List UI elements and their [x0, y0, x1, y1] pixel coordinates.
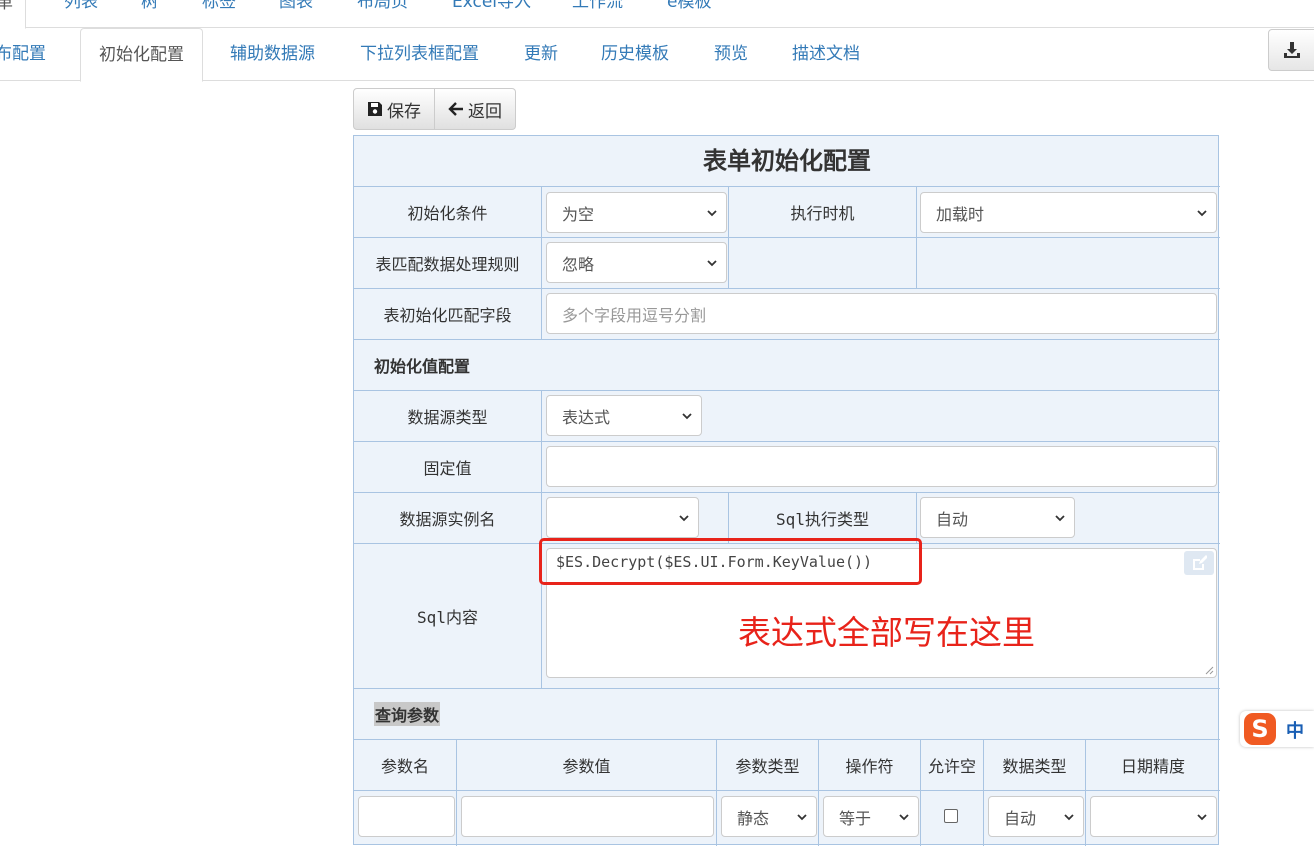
sql-content-label: Sql内容: [354, 544, 542, 689]
match-rule-label: 表匹配数据处理规则: [354, 238, 542, 289]
chevron-down-icon: [1064, 813, 1074, 820]
param-header-value: 参数值: [457, 740, 717, 791]
resize-handle-icon[interactable]: [1204, 665, 1214, 675]
tab-init-config[interactable]: 初始化配置: [80, 28, 203, 82]
chevron-down-icon: [1197, 209, 1207, 216]
data-type-select[interactable]: 自动: [988, 796, 1084, 837]
chevron-down-icon: [797, 813, 807, 820]
edit-icon: [1193, 555, 1207, 570]
date-precision-select[interactable]: [1090, 796, 1217, 837]
empty-cell: [917, 238, 1220, 289]
param-header-operator: 操作符: [819, 740, 921, 791]
save-button[interactable]: 保存: [353, 88, 435, 130]
tab-preview[interactable]: 预览: [714, 28, 748, 81]
tab-tree[interactable]: 树: [141, 0, 158, 28]
arrow-left-icon: [448, 102, 463, 116]
init-config-form: 表单初始化配置 初始化条件 执行时机 为空 加载时 表匹配数据处理规则 忽略 表…: [353, 135, 1220, 846]
param-type-select[interactable]: 静态: [721, 796, 817, 837]
sql-exec-type-select[interactable]: 自动: [920, 497, 1075, 538]
sql-expression-highlight: $ES.Decrypt($ES.UI.Form.KeyValue()): [539, 538, 922, 585]
sql-exec-type-label: Sql执行类型: [729, 493, 917, 544]
tab-label[interactable]: 标签: [202, 0, 236, 28]
sogou-logo-icon: S: [1244, 713, 1276, 745]
tab-dropdown-config[interactable]: 下拉列表框配置: [360, 28, 479, 81]
tab-update[interactable]: 更新: [524, 28, 558, 81]
save-icon: [368, 102, 382, 116]
tab-list[interactable]: 列表: [64, 0, 98, 28]
init-value-section-title: 初始化值配置: [354, 340, 1220, 391]
match-fields-input[interactable]: 多个字段用逗号分割: [546, 293, 1217, 334]
tab-description-doc[interactable]: 描述文档: [792, 28, 860, 81]
annotation-text: 表达式全部写在这里: [738, 613, 1035, 652]
empty-cell: [729, 238, 917, 289]
edit-button[interactable]: [1184, 551, 1214, 575]
param-header-date-precision: 日期精度: [1086, 740, 1220, 791]
param-name-input[interactable]: [358, 796, 455, 837]
operator-select[interactable]: 等于: [823, 796, 919, 837]
init-condition-select[interactable]: 为空: [546, 192, 727, 233]
download-icon: [1284, 42, 1300, 58]
chevron-down-icon: [1055, 514, 1065, 521]
query-params-section-title: 查询参数: [354, 689, 1220, 740]
exec-timing-select[interactable]: 加载时: [920, 192, 1217, 233]
exec-timing-label: 执行时机: [729, 187, 917, 238]
ime-language-label: 中: [1286, 721, 1304, 742]
allow-null-checkbox[interactable]: [944, 809, 958, 823]
tab-workflow[interactable]: 工作流: [572, 0, 623, 28]
tab-history-template[interactable]: 历史模板: [601, 28, 669, 81]
chevron-down-icon: [682, 412, 692, 419]
param-header-allow-null: 允许空: [921, 740, 984, 791]
datasource-type-label: 数据源类型: [354, 391, 542, 442]
tab-excel-import[interactable]: Excel导入: [452, 0, 531, 28]
tab-aux-datasource[interactable]: 辅助数据源: [230, 28, 315, 81]
datasource-instance-select[interactable]: [546, 497, 699, 538]
top-tab-bar: 表单 列表 树 标签 图表 布局页 Excel导入 工作流 e模板: [0, 0, 1314, 29]
tab-layout[interactable]: 布局页: [357, 0, 408, 28]
sql-expression-text: $ES.Decrypt($ES.UI.Form.KeyValue()): [556, 552, 873, 571]
datasource-instance-label: 数据源实例名: [354, 493, 542, 544]
tab-chart[interactable]: 图表: [279, 0, 313, 28]
sub-tab-bar: 发布配置 初始化配置 辅助数据源 下拉列表框配置 更新 历史模板 预览 描述文档: [0, 28, 1314, 82]
chevron-down-icon: [707, 209, 717, 216]
match-fields-label: 表初始化匹配字段: [354, 289, 542, 340]
fixed-value-input[interactable]: [546, 446, 1217, 487]
query-params-title: 查询参数: [374, 702, 441, 726]
param-header-data-type: 数据类型: [984, 740, 1086, 791]
datasource-type-select[interactable]: 表达式: [546, 395, 702, 436]
ime-widget[interactable]: S 中: [1240, 711, 1314, 747]
param-header-type: 参数类型: [717, 740, 819, 791]
chevron-down-icon: [1197, 813, 1207, 820]
toolbar: 保存 返回: [353, 88, 516, 130]
back-label: 返回: [468, 101, 502, 122]
back-button[interactable]: 返回: [435, 88, 516, 130]
match-rule-select[interactable]: 忽略: [546, 242, 727, 283]
tab-e-template[interactable]: e模板: [667, 0, 711, 28]
param-header-name: 参数名: [354, 740, 457, 791]
param-value-input[interactable]: [461, 796, 714, 837]
tab-publish-config[interactable]: 发布配置: [0, 28, 46, 81]
tab-form[interactable]: 表单: [0, 0, 26, 29]
init-condition-label: 初始化条件: [354, 187, 542, 238]
save-label: 保存: [387, 101, 421, 122]
chevron-down-icon: [679, 514, 689, 521]
chevron-down-icon: [707, 259, 717, 266]
chevron-down-icon: [899, 813, 909, 820]
fixed-value-label: 固定值: [354, 442, 542, 493]
form-title: 表单初始化配置: [354, 136, 1220, 187]
download-button[interactable]: [1268, 29, 1314, 71]
